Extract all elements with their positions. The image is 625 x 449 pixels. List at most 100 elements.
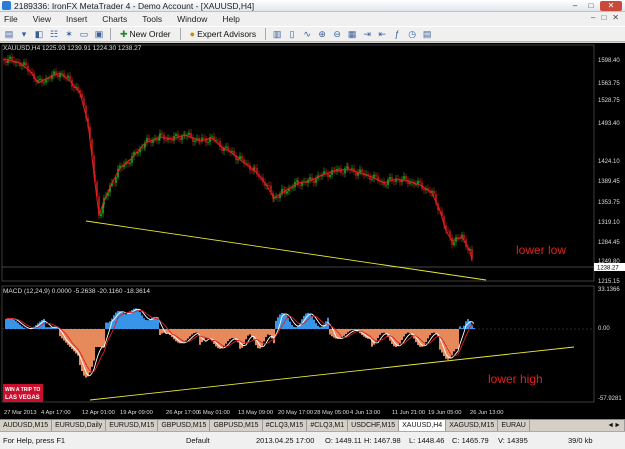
bar-chart-icon[interactable]: ▥: [271, 28, 283, 40]
chart-shift-icon[interactable]: ⇤: [376, 28, 388, 40]
child-close-button[interactable]: ✕: [612, 13, 619, 22]
menu-tools[interactable]: Tools: [142, 14, 162, 24]
macd-histogram-bar: [353, 329, 355, 330]
candle-body: [292, 187, 294, 189]
candle-body: [207, 142, 209, 143]
new-order-button[interactable]: ✚ New Order: [116, 28, 175, 41]
macd-histogram-bar: [159, 329, 161, 336]
macd-histogram-bar: [93, 329, 95, 361]
macd-histogram-bar: [197, 329, 199, 333]
tab-xauusd-h4[interactable]: XAUUSD,H4: [399, 420, 447, 431]
menu-help[interactable]: Help: [222, 14, 239, 24]
price-tick-label: 1424.10: [598, 159, 620, 165]
close-button[interactable]: ✕: [600, 1, 622, 11]
market-watch-icon[interactable]: ◧: [33, 28, 45, 40]
periods-icon[interactable]: ◷: [406, 28, 418, 40]
new-order-label: New Order: [129, 29, 171, 39]
new-chart-icon[interactable]: ▤: [3, 28, 15, 40]
tab-eurau[interactable]: EURAU: [498, 420, 530, 431]
child-restore-button[interactable]: □: [601, 13, 606, 22]
maximize-button[interactable]: □: [584, 1, 598, 11]
tab-scroll-arrows[interactable]: ◄►: [604, 420, 625, 431]
candle-body: [299, 184, 301, 186]
ad-banner-line1: WIN A TRIP TO: [5, 387, 40, 393]
menu-file[interactable]: File: [4, 14, 18, 24]
profiles-icon[interactable]: ▾: [18, 28, 30, 40]
macd-histogram-bar: [401, 329, 403, 341]
macd-histogram-bar: [313, 319, 315, 329]
macd-histogram-bar: [81, 329, 83, 372]
macd-histogram-bar: [243, 329, 245, 345]
time-tick-label: 27 Mar 2013: [4, 410, 37, 416]
templates-icon[interactable]: ▤: [421, 28, 433, 40]
minimize-button[interactable]: –: [568, 1, 582, 11]
macd-histogram-bar: [291, 324, 293, 329]
macd-histogram-bar: [343, 329, 345, 336]
candle-body: [355, 172, 357, 176]
expert-advisors-icon: ●: [189, 29, 196, 39]
time-tick-label: 26 Apr 17:00: [166, 410, 199, 416]
tab-usdchf-m15[interactable]: USDCHF,M15: [348, 420, 400, 431]
candle-body: [194, 140, 196, 143]
candle-body: [419, 180, 421, 183]
tab-clq3-m1[interactable]: #CLQ3,M1: [307, 420, 349, 431]
chart-window[interactable]: lower low lower high WIN A TRIP TO LAS VEG…: [0, 43, 625, 419]
tab-xagusd-m15[interactable]: XAGUSD,M15: [446, 420, 499, 431]
tester-icon[interactable]: ▣: [93, 28, 105, 40]
chart-canvas[interactable]: lower low lower high WIN A TRIP TO LAS VEG…: [0, 43, 625, 419]
autoscroll-icon[interactable]: ⇥: [361, 28, 373, 40]
macd-histogram-bar: [309, 313, 311, 329]
candle-body: [251, 170, 253, 172]
status-open: O: 1449.11: [325, 436, 362, 445]
tab-audusd-m15[interactable]: AUDUSD,M15: [0, 420, 53, 431]
expert-advisors-button[interactable]: ● Expert Advisors: [186, 28, 261, 41]
macd-histogram-bar: [405, 329, 407, 334]
macd-histogram-bar: [447, 329, 449, 360]
macd-histogram-bar: [223, 329, 225, 347]
candle-body: [190, 132, 192, 138]
candle-body: [100, 213, 102, 217]
terminal-icon[interactable]: ▭: [78, 28, 90, 40]
metatrader-window: 2189336: IronFX MetaTrader 4 - Demo Acco…: [0, 0, 625, 449]
toolbar: ▤ ▾ ◧ ☷ ✶ ▭ ▣ ✚ New Order ● Expert Advis…: [0, 26, 625, 42]
menu-charts[interactable]: Charts: [102, 14, 127, 24]
candle-body: [329, 174, 331, 177]
title-bar: 2189336: IronFX MetaTrader 4 - Demo Acco…: [0, 0, 625, 12]
macd-histogram-bar: [19, 324, 21, 329]
candle-body: [137, 152, 139, 154]
menu-window[interactable]: Window: [177, 14, 207, 24]
price-tick-label: 1493.40: [598, 121, 620, 127]
zoom-out-icon[interactable]: ⊖: [331, 28, 343, 40]
macd-histogram-bar: [251, 329, 253, 337]
macd-histogram-bar: [399, 329, 401, 344]
tab-gbpusd-m15[interactable]: GBPUSD,M15: [158, 420, 211, 431]
macd-histogram-bar: [125, 314, 127, 329]
line-chart-icon[interactable]: ∿: [301, 28, 313, 40]
menu-view[interactable]: View: [33, 14, 51, 24]
child-minimize-button[interactable]: –: [591, 13, 595, 22]
data-window-icon[interactable]: ☷: [48, 28, 60, 40]
macd-histogram-bar: [329, 329, 331, 335]
tab-eurusd-daily[interactable]: EURUSD,Daily: [52, 420, 107, 431]
candle-body: [283, 188, 285, 190]
macd-histogram-bar: [257, 329, 259, 349]
macd-histogram-bar: [351, 329, 353, 331]
tab-clq3-m15[interactable]: #CLQ3,M15: [263, 420, 308, 431]
macd-tick-label: 0.00: [598, 326, 610, 332]
indicators-icon[interactable]: ƒ: [391, 28, 403, 40]
macd-histogram-bar: [435, 329, 437, 334]
tab-eurusd-m15[interactable]: EURUSD,M15: [106, 420, 159, 431]
candle-body: [161, 133, 163, 135]
tab-gbpusd-m15-2[interactable]: GBPUSD,M15: [210, 420, 263, 431]
price-tick-label: 1389.45: [598, 179, 620, 185]
candlestick-icon[interactable]: ▯: [286, 28, 298, 40]
navigator-icon[interactable]: ✶: [63, 28, 75, 40]
menu-insert[interactable]: Insert: [66, 14, 87, 24]
macd-histogram-bar: [379, 329, 381, 335]
tile-windows-icon[interactable]: ▦: [346, 28, 358, 40]
macd-histogram-bar: [319, 327, 321, 329]
candle-body: [23, 62, 25, 66]
zoom-in-icon[interactable]: ⊕: [316, 28, 328, 40]
macd-histogram-bar: [161, 329, 163, 334]
time-tick-label: 4 Apr 17:00: [41, 410, 71, 416]
